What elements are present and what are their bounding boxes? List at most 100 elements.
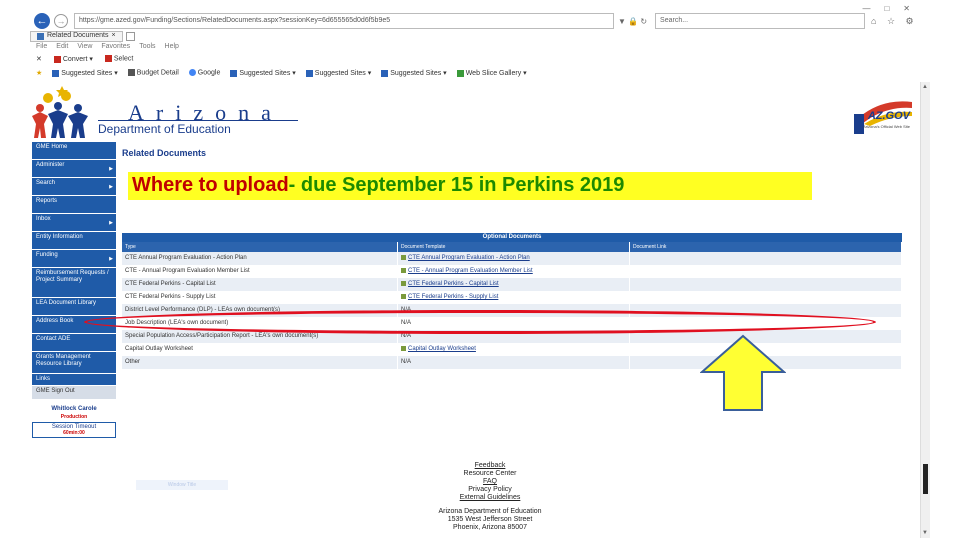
vertical-scrollbar[interactable]: ▲ ▼ <box>920 82 930 538</box>
url-controls-icon[interactable]: ▼ 🔒 ↻ <box>618 17 647 26</box>
budget-detail-icon <box>127 69 135 77</box>
sidebar-item-label: Address Book <box>36 318 74 324</box>
template-link[interactable]: Capital Outlay Worksheet <box>408 346 476 352</box>
page-favicon-icon <box>37 32 44 40</box>
faint-window-label: Window Title <box>136 480 228 490</box>
home-star-gear-icons[interactable]: ⌂ ☆ ⚙ <box>871 16 918 27</box>
table-row: CTE Federal Perkins - Capital List CTE F… <box>122 278 902 291</box>
favorite-suggested-sites-2[interactable]: Suggested Sites ▾ <box>230 69 296 77</box>
cell-template[interactable]: CTE Annual Program Evaluation - Action P… <box>398 252 630 265</box>
scroll-thumb[interactable] <box>923 464 928 494</box>
sidebar-item-gme-home[interactable]: GME Home <box>32 142 116 160</box>
menu-tools[interactable]: Tools <box>139 43 155 50</box>
favorite-suggested-sites-3[interactable]: Suggested Sites ▾ <box>305 69 371 77</box>
select-button[interactable]: Select <box>104 55 133 63</box>
new-tab-button[interactable] <box>125 31 135 41</box>
cell-type: CTE Annual Program Evaluation - Action P… <box>122 252 398 265</box>
favorite-suggested-sites-4[interactable]: Suggested Sites ▾ <box>381 69 447 77</box>
favorite-label: Google <box>197 69 221 77</box>
sidebar-item-grants-resource-library[interactable]: Grants Management Resource Library <box>32 352 116 374</box>
upload-banner: Where to upload- due September 15 in Per… <box>128 172 812 200</box>
column-header-type[interactable]: Type <box>122 242 398 252</box>
template-link[interactable]: CTE - Annual Program Evaluation Member L… <box>408 268 533 274</box>
footer-link-faq[interactable]: FAQ <box>483 478 497 485</box>
chevron-right-icon: ▶ <box>109 220 113 226</box>
template-link[interactable]: CTE Annual Program Evaluation - Action P… <box>408 255 530 261</box>
favorites-star-icon[interactable]: ★ <box>36 69 42 77</box>
sidebar-item-reports[interactable]: Reports <box>32 196 116 214</box>
url-field[interactable]: https://gme.azed.gov/Funding/Sections/Re… <box>74 13 614 29</box>
column-header-link[interactable]: Document Link <box>630 242 902 252</box>
scroll-up-icon[interactable]: ▲ <box>922 84 928 90</box>
template-link[interactable]: CTE Federal Perkins - Supply List <box>408 294 498 300</box>
cell-template[interactable]: CTE Federal Perkins - Capital List <box>398 278 630 291</box>
sidebar-item-links[interactable]: Links <box>32 374 116 386</box>
scroll-down-icon[interactable]: ▼ <box>922 530 928 536</box>
template-link[interactable]: CTE Federal Perkins - Capital List <box>408 281 499 287</box>
menu-help[interactable]: Help <box>165 43 179 50</box>
main-content: Related Documents Where to upload- due S… <box>122 148 902 369</box>
suggested-sites-icon <box>381 69 389 77</box>
sidebar-item-reimbursement-requests[interactable]: Reimbursement Requests / Project Summary <box>32 268 116 298</box>
menu-favorites[interactable]: Favorites <box>101 43 130 50</box>
cell-link[interactable] <box>630 252 902 265</box>
sidebar-item-label: Inbox <box>36 216 51 222</box>
close-icon[interactable]: ✕ <box>36 55 42 63</box>
sidebar-item-administer[interactable]: Administer ▶ <box>32 160 116 178</box>
cell-template: N/A <box>398 356 630 369</box>
session-timeout-time: 60min:00 <box>63 430 85 436</box>
document-icon <box>401 293 406 299</box>
footer-link-feedback[interactable]: Feedback <box>475 462 506 469</box>
brand-subtitle: Department of Education <box>98 122 231 136</box>
azgov-logo-text[interactable]: AZ.GOV <box>868 110 910 122</box>
footer-link-privacy[interactable]: Privacy Policy <box>468 486 512 493</box>
sidebar-item-sign-out[interactable]: GME Sign Out <box>32 386 116 400</box>
brand-rule <box>98 120 298 121</box>
sidebar-item-contact-ade[interactable]: Contact ADE <box>32 334 116 352</box>
cell-template[interactable]: Capital Outlay Worksheet <box>398 343 630 356</box>
cell-type: CTE Federal Perkins - Capital List <box>122 278 398 291</box>
menu-edit[interactable]: Edit <box>56 43 68 50</box>
sidebar-item-label: GME Sign Out <box>36 388 75 394</box>
google-icon <box>188 69 196 77</box>
favorite-web-slice-gallery[interactable]: Web Slice Gallery ▾ <box>456 69 527 77</box>
favorite-budget-detail[interactable]: Budget Detail <box>127 69 179 77</box>
pdf-icon <box>53 55 61 63</box>
suggested-sites-icon <box>305 69 313 77</box>
menu-view[interactable]: View <box>77 43 92 50</box>
tab-close-icon[interactable]: × <box>111 31 115 41</box>
sidebar-item-inbox[interactable]: Inbox ▶ <box>32 214 116 232</box>
window-controls-icon[interactable]: —□✕ <box>862 4 924 13</box>
highlight-ellipse <box>84 310 876 334</box>
site-footer: Feedback Resource Center FAQ Privacy Pol… <box>400 462 580 532</box>
sidebar-item-label: Contact ADE <box>36 336 71 342</box>
cell-template[interactable]: CTE Federal Perkins - Supply List <box>398 291 630 304</box>
search-input[interactable]: Search... <box>655 13 866 29</box>
footer-address-line: 1535 West Jefferson Street <box>447 516 533 523</box>
sidebar-item-label: Grants Management Resource Library <box>36 354 91 367</box>
cell-link[interactable] <box>630 278 902 291</box>
footer-link-external-guidelines[interactable]: External Guidelines <box>460 494 521 501</box>
favorite-suggested-sites-1[interactable]: Suggested Sites ▾ <box>52 69 118 77</box>
banner-lead: Where to upload <box>132 174 289 196</box>
sidebar-item-search[interactable]: Search ▶ <box>32 178 116 196</box>
favorite-label: Web Slice Gallery <box>465 70 522 77</box>
command-bar: ✕ Convert ▾ Select <box>36 55 133 63</box>
menu-file[interactable]: File <box>36 43 47 50</box>
tab-related-documents[interactable]: Related Documents × <box>30 30 123 42</box>
sidebar-item-label: LEA Document Library <box>36 300 97 306</box>
cell-link[interactable] <box>630 265 902 278</box>
convert-button[interactable]: Convert ▾ <box>53 55 93 63</box>
forward-arrow-icon[interactable]: → <box>54 14 68 28</box>
screen: ← → https://gme.azed.gov/Funding/Section… <box>0 0 960 540</box>
cell-link[interactable] <box>630 291 902 304</box>
favorite-google[interactable]: Google <box>188 69 221 77</box>
cell-template[interactable]: CTE - Annual Program Evaluation Member L… <box>398 265 630 278</box>
back-arrow-icon[interactable]: ← <box>34 13 50 29</box>
sidebar-item-lea-document-library[interactable]: LEA Document Library <box>32 298 116 316</box>
sidebar-item-funding[interactable]: Funding ▶ <box>32 250 116 268</box>
sidebar-item-entity-information[interactable]: Entity Information <box>32 232 116 250</box>
column-header-template[interactable]: Document Template <box>398 242 630 252</box>
footer-link-resource-center[interactable]: Resource Center <box>464 470 517 477</box>
favorites-bar: ★ Suggested Sites ▾ Budget Detail Google… <box>36 69 527 77</box>
